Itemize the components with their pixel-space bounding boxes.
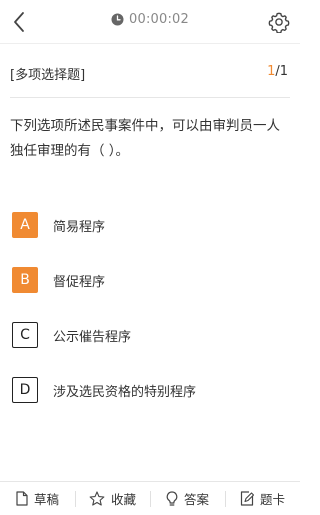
question-type-label: [多项选择题] xyxy=(10,68,86,83)
timer: 00:00:02 xyxy=(0,12,300,27)
question-stem: 下列选项所述民事案件中，可以由审判员一人独任审理的有（ ）。 xyxy=(10,118,280,159)
option-d-badge: D xyxy=(12,377,38,403)
option-a-badge: A xyxy=(12,212,38,238)
option-b-text: 督促程序 xyxy=(53,274,106,290)
option-b[interactable]: B 督促程序 xyxy=(12,267,288,293)
tab-favorite-label: 收藏 xyxy=(110,492,136,507)
settings-button[interactable] xyxy=(266,9,292,35)
option-list: A 简易程序 B 督促程序 C 公示催告程序 D 涉及选民资格的特别程序 xyxy=(12,212,288,432)
tab-favorite[interactable]: 收藏 xyxy=(75,482,150,515)
top-bar: 00:00:02 xyxy=(0,0,300,44)
option-d[interactable]: D 涉及选民资格的特别程序 xyxy=(12,377,288,403)
draft-icon xyxy=(16,491,28,506)
option-d-text: 涉及选民资格的特别程序 xyxy=(53,384,197,400)
option-b-badge: B xyxy=(12,267,38,293)
bottom-toolbar: 草稿 收藏 答案 题卡 xyxy=(0,481,300,515)
timer-text: 00:00:02 xyxy=(129,12,189,27)
tab-draft[interactable]: 草稿 xyxy=(0,482,75,515)
question-counter: 1/1 xyxy=(267,64,290,79)
tab-answer-label: 答案 xyxy=(183,492,209,507)
gear-icon xyxy=(268,12,290,33)
option-c-text: 公示催告程序 xyxy=(53,329,132,345)
answer-card-icon xyxy=(240,491,254,506)
tab-draft-label: 草稿 xyxy=(33,492,59,507)
lightbulb-icon xyxy=(166,490,178,506)
star-icon xyxy=(89,491,105,506)
tab-answer[interactable]: 答案 xyxy=(150,482,225,515)
tab-answer-card[interactable]: 题卡 xyxy=(225,482,300,515)
option-c-badge: C xyxy=(12,322,38,348)
option-c[interactable]: C 公示催告程序 xyxy=(12,322,288,348)
tab-answer-card-label: 题卡 xyxy=(259,492,285,507)
option-a[interactable]: A 简易程序 xyxy=(12,212,288,238)
option-a-text: 简易程序 xyxy=(53,219,106,235)
clock-icon xyxy=(111,13,124,26)
total-questions: /1 xyxy=(275,64,288,79)
question-header: [多项选择题] 1/1 xyxy=(10,64,290,98)
